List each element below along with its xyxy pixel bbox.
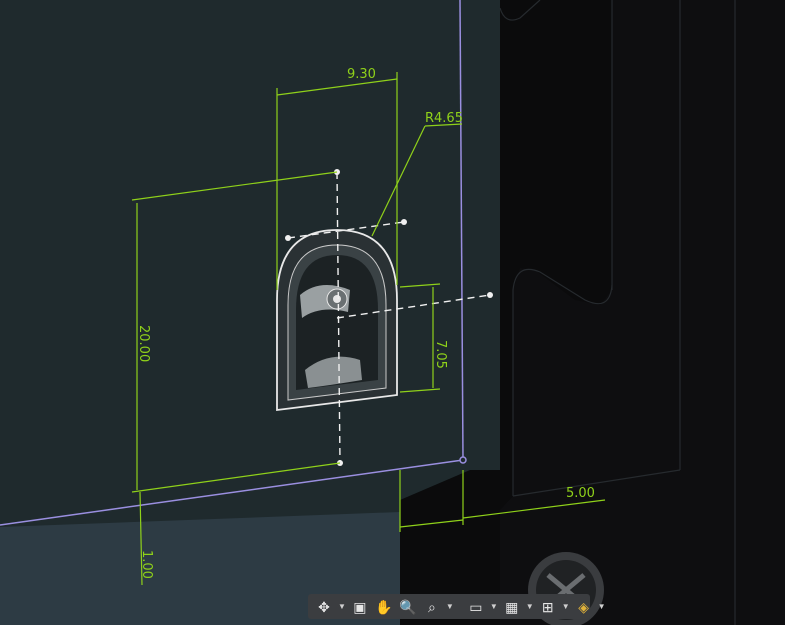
display-settings-dropdown[interactable]: ▼ <box>490 602 498 611</box>
look-at-icon[interactable]: ▣ <box>350 596 370 617</box>
zoom-icon[interactable]: 🔍 <box>398 596 418 617</box>
grid-settings-icon[interactable]: ▦ <box>502 596 522 617</box>
dimension-height-right[interactable]: 7.05 <box>433 340 448 369</box>
dimension-height-left[interactable]: 20.00 <box>136 325 151 362</box>
pan-icon[interactable]: ✋ <box>374 596 394 617</box>
viewports-icon[interactable]: ⊞ <box>538 596 558 617</box>
display-settings-icon[interactable]: ▭ <box>466 596 486 617</box>
pocket-feature <box>276 229 398 412</box>
dimension-offset-bottom[interactable]: 1.00 <box>139 550 154 579</box>
viewports-dropdown[interactable]: ▼ <box>562 602 570 611</box>
orbit-dropdown[interactable]: ▼ <box>338 602 346 611</box>
navigation-toolbar: ✥ ▼ ▣ ✋ 🔍 ⌕ ▼ ▭ ▼ ▦ ▼ ⊞ ▼ ◈ ▼ <box>308 594 606 619</box>
fit-dropdown[interactable]: ▼ <box>446 602 454 611</box>
dimension-width-top[interactable]: 9.30 <box>347 67 376 82</box>
dimension-radius[interactable]: R4.65 <box>425 111 463 126</box>
grid-settings-dropdown[interactable]: ▼ <box>526 602 534 611</box>
cad-viewport[interactable]: 9.30 R4.65 20.00 7.05 1.00 5.00 <box>0 0 785 625</box>
dimension-offset-right[interactable]: 5.00 <box>566 486 595 501</box>
fit-icon[interactable]: ⌕ <box>422 596 442 617</box>
environment-icon[interactable]: ◈ <box>574 596 594 617</box>
orbit-icon[interactable]: ✥ <box>314 596 334 617</box>
environment-dropdown[interactable]: ▼ <box>598 602 606 611</box>
model-canvas[interactable]: 9.30 R4.65 20.00 7.05 1.00 5.00 <box>0 0 785 625</box>
